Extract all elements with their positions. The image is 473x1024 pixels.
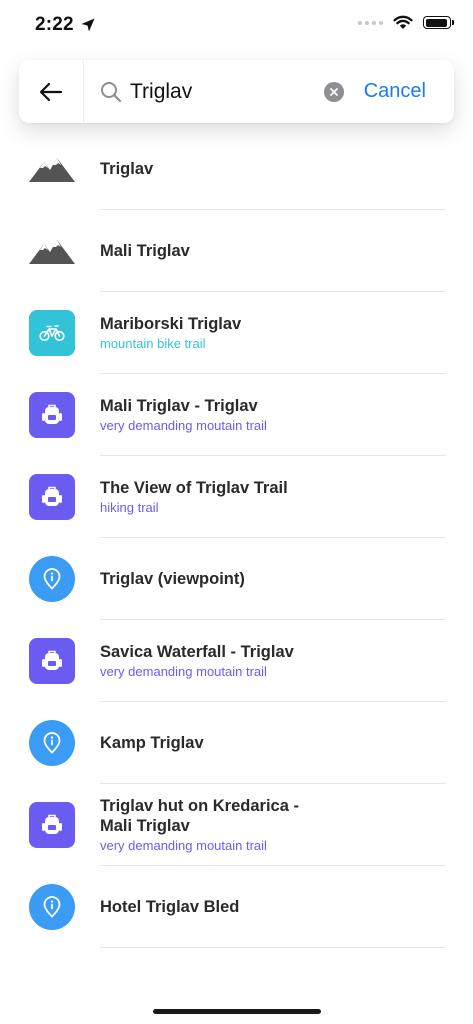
result-icon	[29, 474, 75, 520]
backpack-icon	[42, 404, 62, 424]
result-text: The View of Triglav Trail hiking trail	[100, 478, 430, 516]
result-icon	[29, 802, 75, 848]
search-header: Cancel	[19, 60, 454, 123]
result-text: Triglav (viewpoint)	[100, 569, 430, 589]
result-title: The View of Triglav Trail	[100, 479, 288, 497]
result-row[interactable]: Mali Triglav - Triglav very demanding mou…	[0, 374, 473, 456]
location-arrow-icon	[81, 18, 95, 32]
result-row[interactable]: Triglav hut on Kredarica - Mali Triglav ve…	[0, 784, 473, 866]
result-icon	[29, 310, 75, 356]
result-title: Triglav (viewpoint)	[100, 570, 245, 588]
result-title: Triglav hut on Kredarica - Mali Triglav	[100, 797, 299, 835]
result-text: Triglav	[100, 159, 430, 179]
result-text: Triglav hut on Kredarica - Mali Triglav ve…	[100, 796, 430, 854]
back-button[interactable]	[19, 60, 84, 123]
result-text: Kamp Triglav	[100, 733, 430, 753]
cancel-button[interactable]: Cancel	[364, 80, 426, 103]
result-title: Mariborski Triglav	[100, 315, 242, 333]
battery-icon	[423, 16, 454, 29]
result-icon	[29, 556, 75, 602]
info-pin-icon	[43, 896, 61, 918]
result-title: Triglav	[100, 160, 154, 178]
result-row[interactable]: Savica Waterfall - Triglav very demanding…	[0, 620, 473, 702]
result-subtitle: very demanding moutain trail	[100, 664, 267, 679]
result-row[interactable]: The View of Triglav Trail hiking trail	[0, 456, 473, 538]
result-text: Mali Triglav - Triglav very demanding mou…	[100, 396, 430, 434]
home-indicator[interactable]	[153, 1009, 321, 1014]
result-title: Kamp Triglav	[100, 734, 204, 752]
clear-search-button[interactable]	[323, 81, 344, 102]
info-pin-icon	[43, 568, 61, 590]
info-pin-icon	[43, 732, 61, 754]
result-row[interactable]: Mali Triglav	[0, 210, 473, 292]
status-time: 2:22	[35, 14, 74, 35]
result-icon	[29, 638, 75, 684]
result-icon	[29, 884, 75, 930]
result-row[interactable]: Triglav	[0, 128, 473, 210]
result-text: Hotel Triglav Bled	[100, 897, 430, 917]
result-title: Hotel Triglav Bled	[100, 898, 240, 916]
mountain-peak-icon	[29, 240, 75, 264]
cellular-signal-icon	[358, 20, 383, 25]
result-row[interactable]: Triglav (viewpoint)	[0, 538, 473, 620]
backpack-icon	[42, 814, 62, 834]
result-row[interactable]: Mariborski Triglav mountain bike trail	[0, 292, 473, 374]
result-icon	[29, 392, 75, 438]
result-icon	[29, 720, 75, 766]
row-divider	[100, 947, 446, 948]
mountain-peak-icon	[29, 158, 75, 182]
status-indicators	[358, 15, 454, 30]
result-text: Mariborski Triglav mountain bike trail	[100, 314, 430, 352]
result-title: Mali Triglav - Triglav	[100, 397, 258, 415]
result-row[interactable]: Kamp Triglav	[0, 702, 473, 784]
search-icon	[101, 81, 122, 102]
search-field[interactable]: Cancel	[84, 60, 454, 123]
result-subtitle: mountain bike trail	[100, 336, 206, 351]
result-subtitle: very demanding moutain trail	[100, 838, 267, 853]
result-text: Savica Waterfall - Triglav very demanding…	[100, 642, 430, 680]
status-bar: 2:22	[0, 0, 473, 52]
search-input[interactable]	[130, 79, 310, 104]
back-arrow-icon	[39, 82, 63, 101]
wifi-icon	[393, 15, 413, 29]
backpack-icon	[42, 650, 62, 670]
bicycle-icon	[39, 325, 65, 342]
result-icon	[29, 228, 75, 274]
backpack-icon	[42, 486, 62, 506]
result-subtitle: hiking trail	[100, 500, 159, 515]
result-title: Savica Waterfall - Triglav	[100, 643, 294, 661]
result-subtitle: very demanding moutain trail	[100, 418, 267, 433]
result-icon	[29, 146, 75, 192]
result-title: Mali Triglav	[100, 242, 190, 260]
battery-level	[425, 18, 448, 27]
result-text: Mali Triglav	[100, 241, 430, 261]
result-row[interactable]: Hotel Triglav Bled	[0, 866, 473, 948]
search-results-list: Triglav Mali Triglav Mariborski Triglav mou…	[0, 128, 473, 948]
clear-icon	[329, 87, 338, 96]
